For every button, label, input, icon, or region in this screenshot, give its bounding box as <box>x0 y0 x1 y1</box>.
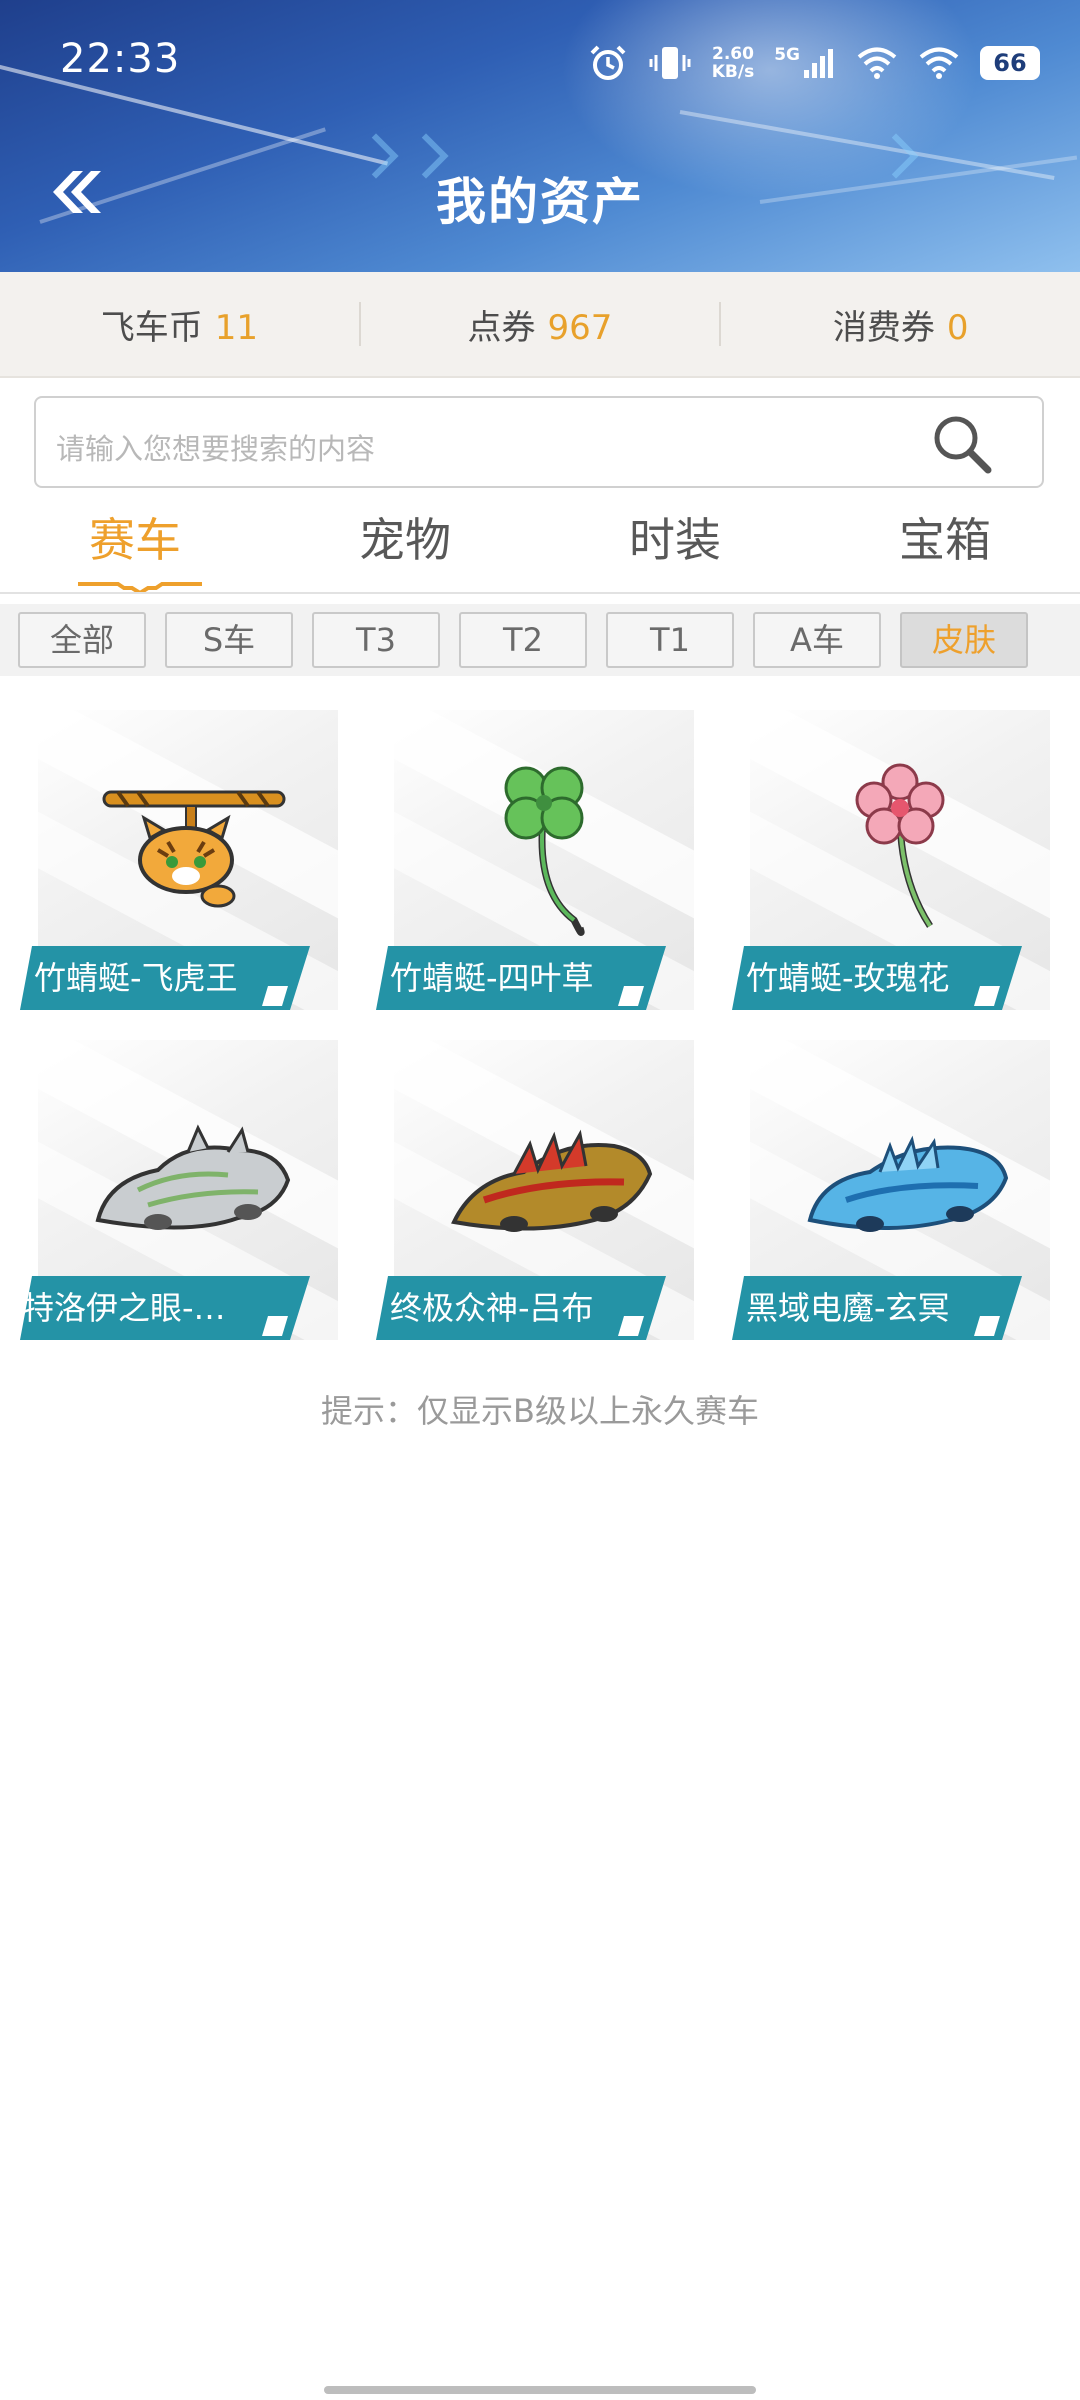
battery-icon: 66 <box>980 46 1040 80</box>
hint-text: 提示：仅显示B级以上永久赛车 <box>321 1392 759 1430</box>
home-indicator[interactable] <box>324 2386 756 2394</box>
wifi-icon <box>919 47 959 79</box>
network-type: 5G <box>774 45 800 65</box>
item-name: 黑域电魔-玄冥 <box>746 1289 950 1327</box>
tab-pets[interactable]: 宠物 <box>270 500 540 592</box>
search-placeholder: 请输入您想要搜索的内容 <box>56 432 376 466</box>
cell-signal: 5G <box>774 46 836 80</box>
item-name: 竹蜻蜓-玫瑰花 <box>746 959 950 997</box>
item-name: 竹蜻蜓-飞虎王 <box>34 959 238 997</box>
item-name-label: 竹蜻蜓-四叶草 <box>376 946 686 1010</box>
item-card[interactable]: 竹蜻蜓-玫瑰花 <box>732 710 1062 1030</box>
filter-t1[interactable]: T1 <box>606 612 734 668</box>
tab-cars[interactable]: 赛车 <box>0 500 270 592</box>
status-time: 22:33 <box>60 36 181 82</box>
item-name-label: 竹蜻蜓-飞虎王 <box>20 946 330 1010</box>
tab-fashion[interactable]: 时装 <box>540 500 810 592</box>
wifi-icon <box>857 47 897 79</box>
net-speed: 2.60 KB/s <box>712 45 754 81</box>
balance-vouchers: 点券 967 <box>361 300 720 349</box>
balance-label: 点券 <box>467 307 536 348</box>
net-speed-value: 2.60 <box>711 44 754 64</box>
category-tabs: 赛车 宠物 时装 宝箱 <box>0 500 1080 594</box>
status-icons: 2.60 KB/s 5G 66 <box>588 38 1040 88</box>
tab-chests[interactable]: 宝箱 <box>810 500 1080 592</box>
item-name: 终极众神-吕布 <box>390 1289 594 1327</box>
item-name-label: 特洛伊之眼-… <box>20 1276 330 1340</box>
item-name-label: 终极众神-吕布 <box>376 1276 686 1340</box>
search-icon[interactable] <box>930 412 994 476</box>
alarm-icon <box>590 45 626 80</box>
balance-value: 0 <box>946 307 969 348</box>
filter-all[interactable]: 全部 <box>18 612 146 668</box>
signal-icon <box>804 49 833 78</box>
item-card[interactable]: 竹蜻蜓-四叶草 <box>376 710 706 1030</box>
status-bar: 22:33 2.60 KB/s 5G 66 <box>0 0 1080 120</box>
balance-consume-vouchers: 消费券 0 <box>721 300 1080 349</box>
page-title: 我的资产 <box>436 173 644 231</box>
balance-value: 11 <box>214 307 258 348</box>
filter-skin[interactable]: 皮肤 <box>900 612 1028 668</box>
item-name-label: 黑域电魔-玄冥 <box>732 1276 1042 1340</box>
item-name: 特洛伊之眼-… <box>22 1289 226 1327</box>
filter-s-car[interactable]: S车 <box>165 612 293 668</box>
header: 22:33 2.60 KB/s 5G 66 我的资产 <box>0 0 1080 272</box>
item-name-label: 竹蜻蜓-玫瑰花 <box>732 946 1042 1010</box>
item-card[interactable]: 终极众神-吕布 <box>376 1040 706 1360</box>
net-speed-unit: KB/s <box>711 62 755 82</box>
balance-coins: 飞车币 11 <box>0 300 359 349</box>
item-name: 竹蜻蜓-四叶草 <box>390 959 594 997</box>
item-card[interactable]: 竹蜻蜓-飞虎王 <box>20 710 350 1030</box>
balance-label: 消费券 <box>832 307 935 348</box>
item-card[interactable]: 黑域电魔-玄冥 <box>732 1040 1062 1360</box>
filter-t2[interactable]: T2 <box>459 612 587 668</box>
balance-value: 967 <box>547 307 613 348</box>
search-input[interactable]: 请输入您想要搜索的内容 <box>34 396 1044 488</box>
tabs-border <box>0 592 1080 594</box>
filter-row: 全部 S车 T3 T2 T1 A车 皮肤 <box>0 604 1080 676</box>
filter-a-car[interactable]: A车 <box>753 612 881 668</box>
item-card[interactable]: 特洛伊之眼-… <box>20 1040 350 1360</box>
vibrate-icon <box>649 47 691 79</box>
balance-bar: 飞车币 11 点券 967 消费券 0 <box>0 272 1080 378</box>
filter-t3[interactable]: T3 <box>312 612 440 668</box>
balance-label: 飞车币 <box>100 307 203 348</box>
